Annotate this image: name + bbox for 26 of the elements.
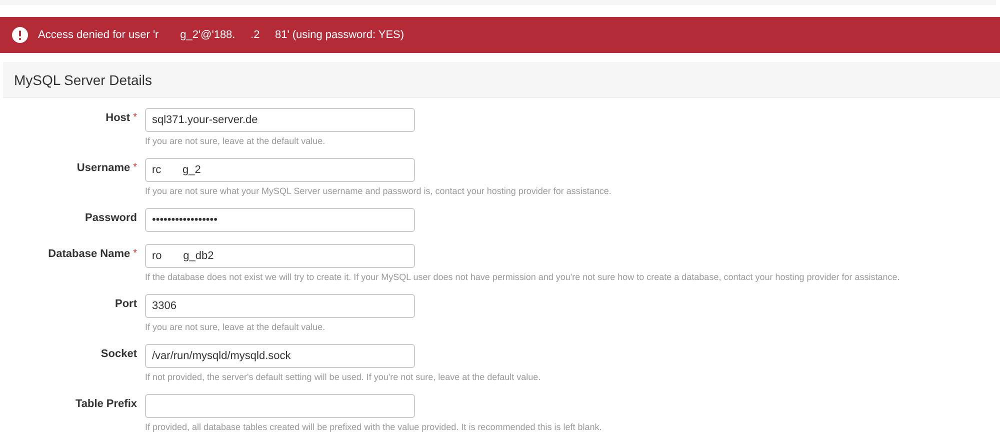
field-label: Socket xyxy=(100,348,137,360)
text-field[interactable] xyxy=(145,394,415,418)
help-text: If you are not sure, leave at the default value. xyxy=(145,322,326,332)
error-message: Access denied for user 'r g_2'@'188. .2 81' (using password: YES) xyxy=(38,29,404,41)
text-field[interactable]: 3306 xyxy=(145,294,415,318)
field-label: Table Prefix xyxy=(75,398,137,410)
help-text: If you are not sure what your MySQL Server username and password is, contact your hosting provider for assistance. xyxy=(145,186,612,196)
required-mark: * xyxy=(133,112,137,123)
field-label: Password xyxy=(85,212,137,224)
text-field[interactable]: ro g_db2 xyxy=(145,244,415,268)
exclamation-icon xyxy=(12,27,28,43)
text-field[interactable]: ••••••••••••••••• xyxy=(145,208,415,232)
required-mark: * xyxy=(133,162,137,173)
help-text: If provided, all database tables created will be prefixed with the value provided. It is recommended this is left blank. xyxy=(145,422,603,432)
text-field[interactable]: /var/run/mysqld/mysqld.sock xyxy=(145,344,415,368)
field-label: Username xyxy=(76,162,130,174)
help-text: If the database does not exist we will try to create it. If your MySQL user does not have permission and you're not sure how to create a database, contact your hosting provider for assistance. xyxy=(145,272,901,282)
required-mark: * xyxy=(133,248,137,259)
help-text: If not provided, the server's default setting will be used. If you're not sure, leave at the default value. xyxy=(145,372,542,382)
field-label: Host xyxy=(106,112,130,124)
panel-title: MySQL Server Details xyxy=(14,72,152,88)
text-field[interactable]: sql371.your-server.de xyxy=(145,108,415,132)
text-field[interactable]: rc g_2 xyxy=(145,158,415,182)
field-label: Database Name xyxy=(48,248,130,260)
field-label: Port xyxy=(115,298,137,310)
help-text: If you are not sure, leave at the default value. xyxy=(145,136,326,146)
